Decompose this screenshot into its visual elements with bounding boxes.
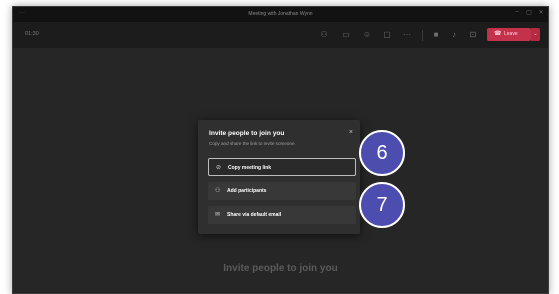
copy-meeting-link-button[interactable]: ⊘ Copy meeting link: [208, 158, 356, 176]
window-title: Meeting with Jonathan Wynn: [248, 11, 313, 17]
dialog-subtitle: Copy and share the link to invite someon…: [209, 141, 296, 146]
add-participants-button[interactable]: ⚇ Add participants: [208, 182, 356, 200]
participants-icon[interactable]: ⚇: [319, 30, 329, 40]
share-via-email-button[interactable]: ✉ Share via default email: [208, 206, 356, 224]
dialog-close-icon[interactable]: ×: [349, 129, 353, 136]
step-badge-6: 6: [359, 130, 405, 176]
toolbar-divider: [422, 30, 423, 41]
invite-dialog: Invite people to join you Copy and share…: [198, 120, 360, 234]
more-actions-icon[interactable]: ···: [402, 30, 412, 40]
add-person-icon: ⚇: [215, 188, 221, 194]
dialog-title: Invite people to join you: [209, 130, 285, 137]
microphone-icon[interactable]: ♪: [449, 30, 459, 40]
leave-button[interactable]: ☎ Leave: [487, 28, 531, 41]
leave-options-chevron-icon[interactable]: ⌄: [531, 28, 540, 41]
share-tray-icon[interactable]: ▢: [382, 30, 392, 40]
mail-icon: ✉: [215, 212, 221, 218]
step-badge-7: 7: [359, 182, 405, 228]
phone-hangup-icon: ☎: [494, 31, 502, 37]
chat-icon[interactable]: ▭: [341, 30, 351, 40]
meeting-timer: 01:30: [25, 31, 39, 37]
stage-caption: Invite people to join you: [223, 263, 338, 274]
maximize-icon[interactable]: ▢: [524, 9, 534, 16]
leave-label: Leave: [504, 31, 518, 37]
minimize-icon[interactable]: –: [512, 9, 522, 15]
close-window-icon[interactable]: ✕: [536, 9, 546, 16]
camera-icon[interactable]: ■: [431, 30, 441, 40]
share-via-email-label: Share via default email: [227, 212, 282, 218]
meeting-toolbar: 01:30 ⚇ ▭ ☺ ▢ ··· ■ ♪ ⊡ ☎ Leave ⌄: [13, 22, 548, 48]
title-bar: ··· Meeting with Jonathan Wynn – ▢ ✕: [13, 7, 548, 22]
add-participants-label: Add participants: [227, 188, 267, 194]
copy-meeting-link-label: Copy meeting link: [228, 165, 272, 171]
reactions-icon[interactable]: ☺: [362, 30, 372, 40]
link-icon: ⊘: [216, 165, 222, 171]
share-screen-icon[interactable]: ⊡: [468, 30, 478, 40]
